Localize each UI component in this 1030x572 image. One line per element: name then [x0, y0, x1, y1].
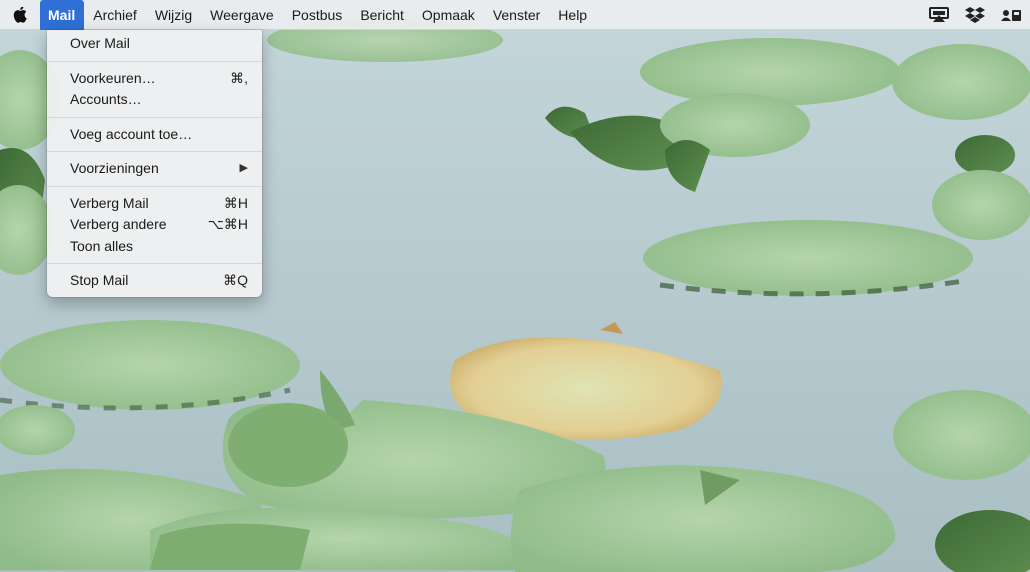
- menu-separator: [47, 263, 262, 264]
- menu-separator: [47, 185, 262, 187]
- menu-bericht[interactable]: Bericht: [351, 0, 413, 30]
- user-switch-icon[interactable]: [1000, 6, 1022, 24]
- menu-item-verberg-mail[interactable]: Verberg Mail ⌘H: [47, 193, 262, 215]
- menu-opmaak[interactable]: Opmaak: [413, 0, 484, 30]
- menu-archief[interactable]: Archief: [84, 0, 146, 30]
- menu-item-label: Voorkeuren…: [70, 69, 156, 86]
- menu-venster[interactable]: Venster: [484, 0, 549, 30]
- menu-item-accounts[interactable]: Accounts…: [47, 89, 262, 111]
- menu-separator: [47, 116, 262, 118]
- screen-mirroring-icon[interactable]: [928, 6, 950, 24]
- shortcut-label: ⌘H: [223, 194, 248, 211]
- menu-item-label: Over Mail: [70, 35, 130, 51]
- menu-mail[interactable]: Mail: [40, 0, 85, 30]
- shortcut-label: ⌥⌘H: [207, 216, 248, 232]
- menu-wijzig[interactable]: Wijzig: [146, 0, 201, 30]
- menu-item-verberg-andere[interactable]: Verberg andere ⌥⌘H: [47, 214, 262, 236]
- menu-item-voeg-account-toe[interactable]: Voeg account toe…: [47, 124, 262, 146]
- menu-item-label: Verberg Mail: [70, 194, 149, 211]
- menu-item-label: Voeg account toe…: [70, 125, 193, 142]
- menu-item-label: Toon alles: [70, 237, 134, 254]
- menu-item-over-mail[interactable]: Over Mail: [47, 33, 262, 55]
- menu-item-label: Accounts…: [70, 91, 142, 107]
- menu-bar: Mail Archief Wijzig Weergave Postbus Ber…: [0, 0, 1030, 30]
- dropbox-icon[interactable]: [964, 6, 986, 24]
- menu-item-stop-mail[interactable]: Stop Mail ⌘Q: [47, 270, 262, 292]
- menu-help[interactable]: Help: [549, 0, 596, 30]
- menu-item-label: Voorzieningen: [70, 160, 159, 176]
- menu-item-voorzieningen[interactable]: Voorzieningen ▶: [47, 158, 262, 180]
- shortcut-label: ⌘Q: [223, 272, 248, 288]
- mail-menu-dropdown: Over Mail Voorkeuren… ⌘, Accounts… Voeg …: [47, 30, 262, 297]
- shortcut-label: ⌘,: [230, 69, 248, 86]
- menu-item-toon-alles[interactable]: Toon alles: [47, 236, 262, 258]
- apple-logo-icon: [13, 6, 27, 23]
- desktop-screen: Mail Archief Wijzig Weergave Postbus Ber…: [0, 0, 1030, 572]
- menu-weergave[interactable]: Weergave: [201, 0, 283, 30]
- status-area: [928, 0, 1022, 30]
- menu-postbus[interactable]: Postbus: [283, 0, 352, 30]
- apple-menu[interactable]: [0, 0, 40, 30]
- menu-separator: [47, 60, 262, 62]
- menu-item-label: Verberg andere: [70, 216, 167, 232]
- submenu-arrow-icon: ▶: [239, 162, 248, 174]
- menu-item-label: Stop Mail: [70, 272, 129, 288]
- menu-separator: [47, 151, 262, 152]
- menu-item-voorkeuren[interactable]: Voorkeuren… ⌘,: [47, 68, 262, 90]
